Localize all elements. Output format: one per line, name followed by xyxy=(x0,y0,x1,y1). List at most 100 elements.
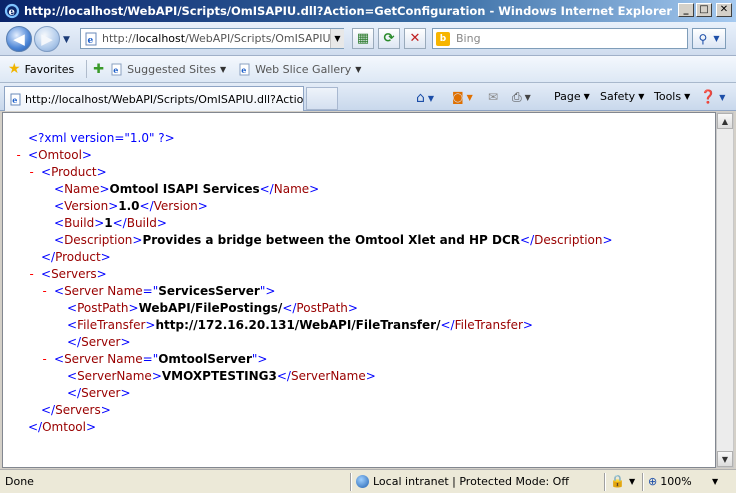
page-icon: e xyxy=(10,93,21,105)
search-icon: ⚲ xyxy=(698,31,708,46)
maximize-button[interactable]: □ xyxy=(696,3,712,17)
xml-node-servername: <ServerName>VMOXPTESTING3</ServerName> xyxy=(67,369,376,383)
page-icon: e xyxy=(111,63,122,75)
feeds-button[interactable]: ◙ ▼ xyxy=(452,90,473,104)
xml-node-version: <Version>1.0</Version> xyxy=(54,199,208,213)
tab-active[interactable]: e http://localhost/WebAPI/Scripts/OmISAP… xyxy=(4,86,304,111)
xml-tree: <?xml version="1.0" ?> - <Omtool> - <Pro… xyxy=(3,130,715,436)
add-favorite-icon[interactable]: ✚ xyxy=(93,62,104,77)
web-slice-gallery-link[interactable]: e Web Slice Gallery ▼ xyxy=(238,63,361,76)
favorites-label: Favorites xyxy=(24,62,75,76)
status-text: Done xyxy=(5,475,34,488)
collapse-toggle[interactable]: - xyxy=(28,266,35,283)
chevron-down-icon: ▼ xyxy=(719,93,726,102)
favorites-button[interactable]: ★ Favorites xyxy=(8,61,74,77)
forward-button[interactable]: ▶ xyxy=(34,26,60,52)
zoom-control[interactable]: ⊕ 100% xyxy=(648,475,692,488)
zoom-icon: ⊕ xyxy=(648,475,658,488)
web-slice-gallery-label: Web Slice Gallery xyxy=(255,62,352,76)
xml-node-omtool: - <Omtool> xyxy=(15,147,92,164)
new-tab-button[interactable] xyxy=(306,87,338,110)
xml-node-build: <Build>1</Build> xyxy=(54,216,167,230)
svg-text:e: e xyxy=(88,36,94,46)
xml-node-product: - <Product> xyxy=(28,164,107,181)
chevron-down-icon: ▼ xyxy=(427,93,435,103)
home-button[interactable]: ⌂ ▼ xyxy=(416,90,434,106)
page-menu-label: Page xyxy=(554,90,581,103)
recent-pages-dropdown-icon[interactable]: ▼ xyxy=(63,35,70,45)
print-button[interactable]: ⎙ ▼ xyxy=(512,90,531,105)
compatibility-view-icon[interactable]: ▦ xyxy=(352,28,374,49)
xml-node-server-2: - <Server Name="OmtoolServer"> xyxy=(41,351,268,368)
separator xyxy=(86,60,88,78)
page-menu[interactable]: Page ▼ xyxy=(554,90,590,103)
help-icon: ❓ xyxy=(700,90,717,105)
help-button[interactable]: ❓ ▼ xyxy=(700,90,725,105)
scroll-down-icon[interactable]: ▼ xyxy=(717,451,733,467)
chevron-down-icon: ▼ xyxy=(220,64,227,74)
xml-node-server-1: - <Server Name="ServicesServer"> xyxy=(41,283,276,300)
stop-icon[interactable]: ✕ xyxy=(404,28,426,49)
search-options-icon[interactable]: ▼ xyxy=(713,34,719,43)
svg-text:e: e xyxy=(241,65,246,75)
address-bar[interactable]: e http://localhost/WebAPI/Scripts/OmISAP… xyxy=(80,28,344,49)
back-button[interactable]: ◀ xyxy=(6,26,32,52)
search-input[interactable]: b Bing xyxy=(432,28,688,49)
rss-icon: ◙ xyxy=(452,90,464,104)
home-icon: ⌂ xyxy=(416,90,425,106)
lock-icon[interactable]: 🔒 xyxy=(610,474,625,488)
xml-node-postpath: <PostPath>WebAPI/FilePostings/</PostPath… xyxy=(67,301,358,315)
favorites-bar: ★ Favorites ✚ e Suggested Sites ▼ e Web … xyxy=(0,56,736,83)
chevron-down-icon[interactable]: ▼ xyxy=(712,477,718,486)
tools-menu[interactable]: Tools ▼ xyxy=(654,90,690,103)
xml-node-server-1-close: </Server> xyxy=(67,335,131,349)
tools-menu-label: Tools xyxy=(654,90,682,103)
suggested-sites-label: Suggested Sites xyxy=(127,62,216,76)
chevron-down-icon: ▼ xyxy=(524,93,531,102)
minimize-button[interactable]: _ xyxy=(678,3,694,17)
collapse-toggle[interactable]: - xyxy=(41,351,48,368)
page-icon: e xyxy=(239,63,250,75)
chevron-down-icon: ▼ xyxy=(684,92,691,101)
chevron-down-icon: ▼ xyxy=(583,92,590,101)
address-dropdown-icon[interactable]: ▼ xyxy=(330,29,344,48)
xml-node-name: <Name>Omtool ISAPI Services</Name> xyxy=(54,182,320,196)
zoom-level: 100% xyxy=(660,475,692,488)
separator xyxy=(604,473,606,491)
collapse-toggle[interactable]: - xyxy=(15,147,22,164)
chevron-down-icon[interactable]: ▼ xyxy=(629,477,635,486)
search-button[interactable]: ⚲ ▼ xyxy=(692,28,726,49)
navigation-bar: ◀ ▶ ▼ e http://localhost/WebAPI/Scripts/… xyxy=(0,22,736,56)
title-bar[interactable]: e http://localhost/WebAPI/Scripts/OmISAP… xyxy=(0,0,736,22)
close-window-button[interactable]: ✕ xyxy=(716,3,732,17)
xml-node-servers: - <Servers> xyxy=(28,266,107,283)
security-zone[interactable]: Local intranet | Protected Mode: Off xyxy=(356,475,569,488)
svg-text:e: e xyxy=(9,7,15,18)
xml-declaration-text: <?xml version="1.0" ?> xyxy=(28,131,175,145)
chevron-down-icon: ▼ xyxy=(355,64,362,74)
read-mail-button[interactable]: ✉ xyxy=(488,90,498,104)
suggested-sites-link[interactable]: e Suggested Sites ▼ xyxy=(110,63,226,76)
status-bar: Done Local intranet | Protected Mode: Of… xyxy=(0,469,736,493)
vertical-scrollbar[interactable]: ▲ ▼ xyxy=(716,112,734,468)
xml-node-omtool-close: </Omtool> xyxy=(28,420,97,434)
collapse-toggle[interactable]: - xyxy=(28,164,35,181)
xml-node-product-close: </Product> xyxy=(41,250,111,264)
xml-viewer: <?xml version="1.0" ?> - <Omtool> - <Pro… xyxy=(2,112,716,468)
safety-menu[interactable]: Safety ▼ xyxy=(600,90,644,103)
svg-text:e: e xyxy=(12,95,17,105)
refresh-icon[interactable]: ⟳ xyxy=(378,28,400,49)
xml-node-server-2-close: </Server> xyxy=(67,386,131,400)
xml-node-servers-close: </Servers> xyxy=(41,403,111,417)
globe-icon xyxy=(356,475,369,488)
zone-text: Local intranet | Protected Mode: Off xyxy=(373,475,569,488)
separator xyxy=(642,473,644,491)
xml-declaration: <?xml version="1.0" ?> xyxy=(3,130,715,147)
tab-title: http://localhost/WebAPI/Scripts/OmISAPIU… xyxy=(25,92,304,106)
bing-icon: b xyxy=(436,31,450,46)
scroll-up-icon[interactable]: ▲ xyxy=(717,113,733,129)
collapse-toggle[interactable]: - xyxy=(41,283,48,300)
separator xyxy=(350,473,352,491)
address-path: /WebAPI/Scripts/OmISAPIU.dll? xyxy=(185,32,344,45)
tab-bar: e http://localhost/WebAPI/Scripts/OmISAP… xyxy=(0,83,736,111)
